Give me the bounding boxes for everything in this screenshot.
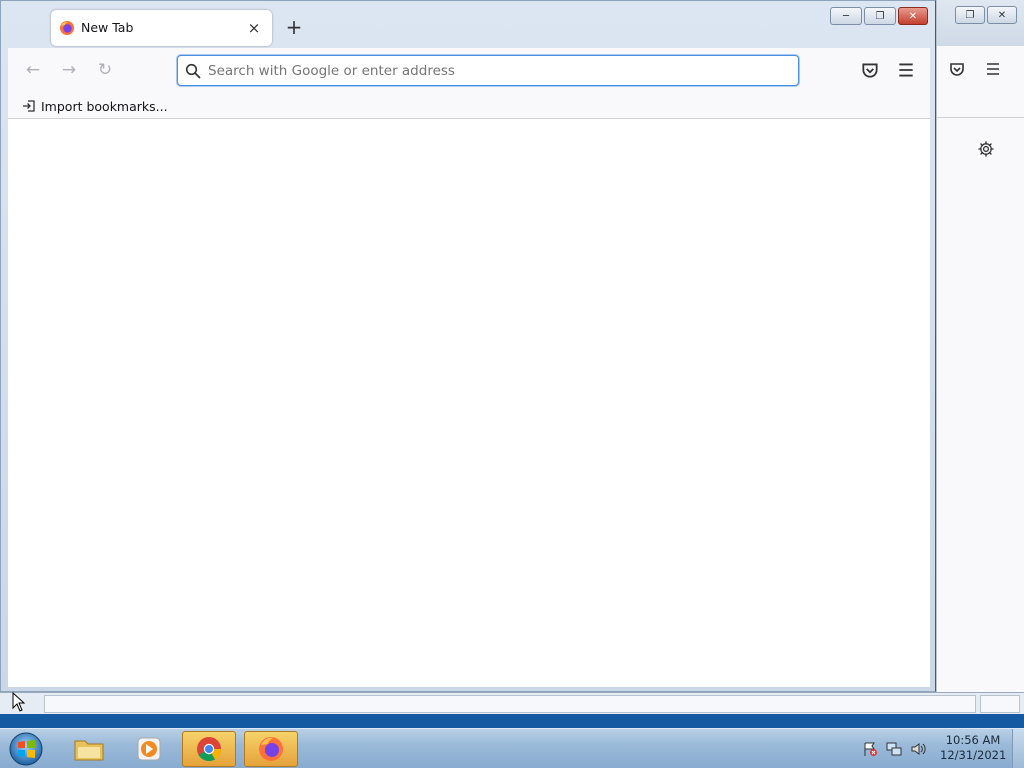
- reload-button[interactable]: ↻: [95, 60, 115, 80]
- background-browser-window: ❐ ✕: [936, 0, 1024, 692]
- forward-button[interactable]: →: [59, 60, 79, 80]
- start-button[interactable]: [6, 731, 46, 767]
- pocket-icon[interactable]: [860, 60, 880, 80]
- browser-window: New Tab × + ─ ❐ ✕ ← → ↻ Import bookmarks…: [0, 0, 936, 692]
- close-window-button[interactable]: ✕: [898, 7, 928, 25]
- gear-icon[interactable]: [977, 140, 995, 158]
- close-tab-icon[interactable]: ×: [246, 20, 262, 36]
- firefox-icon: [60, 21, 74, 35]
- folder-icon: [74, 740, 104, 761]
- background-close-button[interactable]: ✕: [987, 6, 1017, 24]
- network-icon[interactable]: [886, 741, 902, 757]
- import-bookmarks-label: Import bookmarks...: [41, 98, 168, 114]
- import-icon: [23, 100, 35, 112]
- taskbar-chrome[interactable]: [182, 731, 236, 767]
- clock-date: 12/31/2021: [940, 748, 1007, 762]
- tab-strip: New Tab × +: [8, 8, 930, 48]
- menu-icon[interactable]: [896, 60, 916, 80]
- mouse-cursor-icon: [12, 692, 26, 712]
- new-tab-button[interactable]: +: [284, 17, 304, 38]
- menu-icon[interactable]: [984, 60, 1002, 78]
- scroll-corner: [980, 695, 1020, 713]
- import-bookmarks-button[interactable]: Import bookmarks...: [22, 97, 168, 115]
- firefox-icon: [259, 737, 283, 761]
- page-content: [8, 119, 930, 687]
- media-player-icon: [137, 737, 161, 761]
- clock-time: 10:56 AM: [945, 733, 1001, 747]
- background-window-toolbar: [937, 46, 1024, 118]
- taskbar: 10:56 AM 12/31/2021: [0, 728, 1024, 768]
- background-restore-button[interactable]: ❐: [955, 6, 985, 24]
- chrome-icon: [197, 737, 221, 762]
- background-window-content: [937, 118, 1024, 692]
- volume-icon[interactable]: [910, 741, 926, 757]
- show-desktop-button[interactable]: [1012, 729, 1024, 768]
- background-window-bottom: [0, 692, 1024, 714]
- scroll-track: [44, 695, 976, 713]
- search-icon: [185, 63, 201, 79]
- action-center-flag-icon[interactable]: [862, 741, 878, 757]
- back-button[interactable]: ←: [23, 60, 43, 80]
- tab-new-tab[interactable]: New Tab ×: [51, 10, 272, 46]
- background-window-titlebar: ❐ ✕: [937, 0, 1024, 46]
- minimize-button[interactable]: ─: [830, 7, 862, 25]
- address-input[interactable]: [208, 60, 788, 82]
- pocket-icon[interactable]: [948, 60, 966, 78]
- taskbar-firefox[interactable]: [244, 731, 298, 767]
- system-tray: [862, 731, 926, 767]
- tab-title: New Tab: [81, 20, 134, 35]
- restore-button[interactable]: ❐: [864, 7, 896, 25]
- bookmarks-toolbar: Import bookmarks...: [8, 92, 930, 119]
- navigation-toolbar: ← → ↻: [8, 48, 930, 92]
- taskbar-media-player[interactable]: [122, 731, 176, 767]
- taskbar-explorer[interactable]: [62, 731, 116, 767]
- address-bar[interactable]: [177, 55, 799, 86]
- window-controls: ─ ❐ ✕: [830, 7, 928, 25]
- system-clock[interactable]: 10:56 AM 12/31/2021: [940, 733, 1006, 763]
